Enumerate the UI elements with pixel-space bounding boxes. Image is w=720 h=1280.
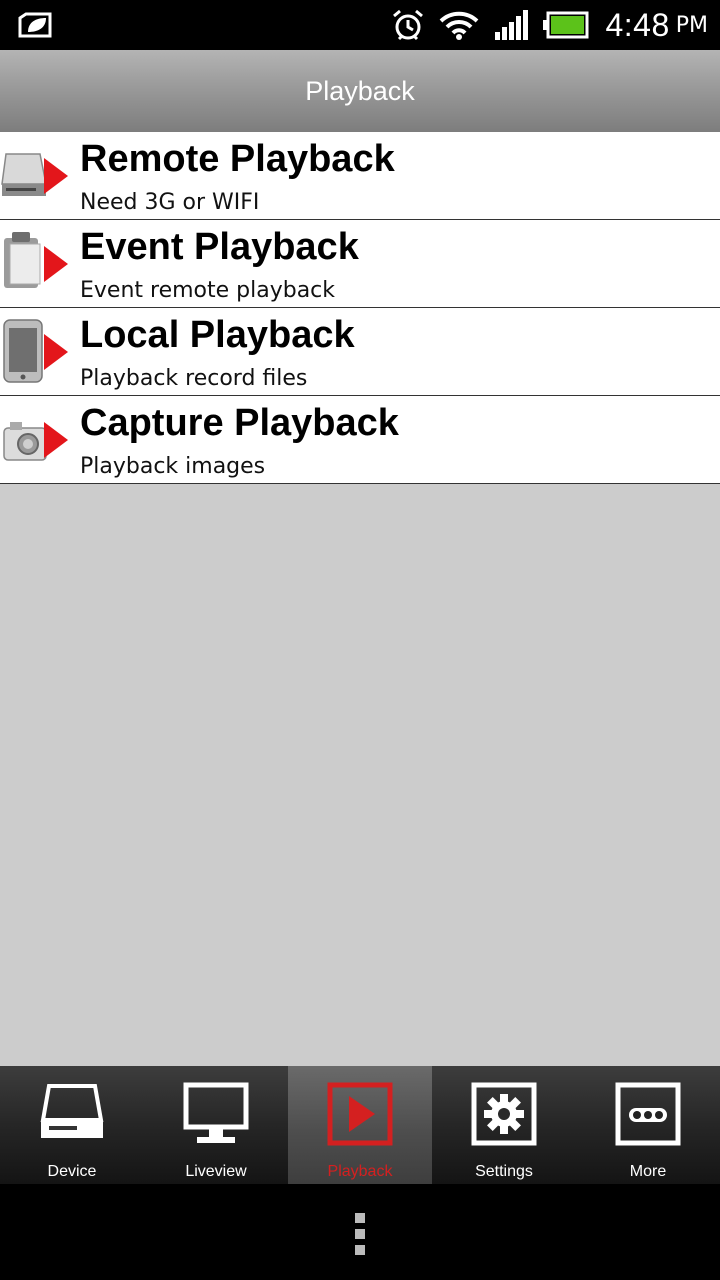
monitor-icon <box>183 1082 249 1143</box>
menu-item-local-playback[interactable]: Local Playback Playback record files <box>0 308 720 396</box>
bottom-tab-bar: Device Liveview Playback Settings More <box>0 1066 720 1184</box>
menu-item-capture-playback[interactable]: Capture Playback Playback images <box>0 396 720 484</box>
wifi-icon <box>440 11 479 40</box>
item-title: Event Playback <box>80 226 359 268</box>
system-nav-bar <box>0 1184 720 1280</box>
play-icon <box>327 1082 393 1146</box>
phone-play-icon <box>3 319 68 383</box>
signal-icon <box>495 10 529 40</box>
clock-time: 4:48 <box>605 6 670 43</box>
clipboard-play-icon <box>4 232 68 288</box>
tab-more[interactable]: More <box>576 1066 720 1184</box>
tab-label: Liveview <box>185 1163 247 1180</box>
more-dots-icon <box>615 1082 681 1146</box>
item-title: Remote Playback <box>80 138 395 180</box>
tab-label: More <box>629 1163 667 1180</box>
tab-playback[interactable]: Playback <box>288 1066 432 1184</box>
playback-menu-list: Remote Playback Need 3G or WIFI Event Pl… <box>0 132 720 484</box>
status-bar: 4:48 PM <box>0 0 720 50</box>
item-subtitle: Event remote playback <box>80 278 336 303</box>
page-title: Playback <box>0 50 720 132</box>
camera-play-icon <box>3 422 68 461</box>
battery-icon <box>543 11 589 39</box>
tab-label: Playback <box>327 1163 393 1180</box>
tab-settings[interactable]: Settings <box>432 1066 576 1184</box>
gear-icon <box>471 1082 537 1146</box>
overflow-menu-icon[interactable] <box>354 1212 366 1256</box>
item-title: Capture Playback <box>80 402 399 444</box>
menu-item-event-playback[interactable]: Event Playback Event remote playback <box>0 220 720 308</box>
device-icon <box>40 1084 104 1138</box>
item-title: Local Playback <box>80 314 355 356</box>
tab-device[interactable]: Device <box>0 1066 144 1184</box>
hard-drive-play-icon <box>1 153 68 196</box>
alarm-icon <box>393 9 424 41</box>
item-subtitle: Playback record files <box>80 366 308 391</box>
item-subtitle: Playback images <box>80 454 266 479</box>
tab-label: Device <box>47 1163 97 1180</box>
clock-ampm: PM <box>675 12 708 38</box>
tab-liveview[interactable]: Liveview <box>144 1066 288 1184</box>
leaf-notification-icon <box>18 12 52 38</box>
menu-item-remote-playback[interactable]: Remote Playback Need 3G or WIFI <box>0 132 720 220</box>
tab-label: Settings <box>475 1163 533 1180</box>
item-subtitle: Need 3G or WIFI <box>80 190 260 215</box>
